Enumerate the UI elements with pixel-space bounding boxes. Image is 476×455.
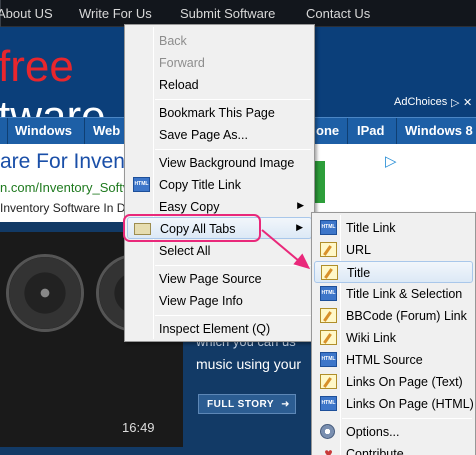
note-icon <box>320 330 337 345</box>
submenu-item-links-html[interactable]: HTML Links On Page (HTML) <box>314 393 474 415</box>
menu-item-label: Bookmark This Page <box>159 106 275 120</box>
nav-link-submit[interactable]: Submit Software <box>180 6 275 21</box>
arrow-right-icon: ➜ <box>281 399 291 410</box>
category-divider <box>7 118 8 145</box>
menu-separator <box>155 149 311 150</box>
category-ipad[interactable]: IPad <box>357 123 384 138</box>
submenu-item-links-text[interactable]: Links On Page (Text) <box>314 371 473 393</box>
submenu-item-label: Title Link & Selection <box>346 287 463 301</box>
menu-item-label: Copy Title Link <box>159 178 241 192</box>
menu-item-forward[interactable]: Forward <box>127 52 312 74</box>
submenu-item-title-link-selection[interactable]: HTML Title Link & Selection <box>314 283 473 305</box>
menu-item-select-all[interactable]: Select All <box>127 240 312 262</box>
menu-separator <box>155 99 311 100</box>
site-logo-free[interactable]: free <box>0 45 74 89</box>
submenu-item-url[interactable]: URL <box>314 239 473 261</box>
category-divider <box>396 118 397 145</box>
note-icon <box>320 308 337 323</box>
menu-item-label: Reload <box>159 78 199 92</box>
top-navigation: About US Write For Us Submit Software Co… <box>0 0 476 81</box>
note-icon <box>320 374 337 389</box>
menu-item-label: Easy Copy <box>159 200 220 214</box>
menu-item-view-source[interactable]: View Page Source <box>127 268 312 290</box>
menu-separator <box>155 315 311 316</box>
submenu-item-options[interactable]: Options... <box>314 421 473 443</box>
html-icon: HTML <box>133 177 150 192</box>
menu-item-label: View Page Source <box>159 272 262 286</box>
html-icon: HTML <box>320 396 337 411</box>
submenu-item-label: Links On Page (Text) <box>346 375 463 389</box>
menu-item-save-page[interactable]: Save Page As... <box>127 124 312 146</box>
submenu-item-label: Wiki Link <box>346 331 397 345</box>
menu-item-label: Inspect Element (Q) <box>159 322 271 336</box>
submenu-item-wiki-link[interactable]: Wiki Link <box>314 327 473 349</box>
annotation-highlight-box <box>123 214 261 242</box>
html-icon: HTML <box>320 286 337 301</box>
menu-item-inspect-element[interactable]: Inspect Element (Q) <box>127 318 312 340</box>
menu-item-view-page-info[interactable]: View Page Info <box>127 290 312 312</box>
menu-item-reload[interactable]: Reload <box>127 74 312 96</box>
copy-all-tabs-submenu: HTML Title Link URL Title HTML Title Lin… <box>311 212 476 455</box>
ad-arrow-icon[interactable]: ▷ <box>385 152 397 170</box>
submenu-item-contribute[interactable]: ♥ Contribute <box>314 443 473 455</box>
menu-item-label: View Page Info <box>159 294 243 308</box>
submenu-item-label: URL <box>346 243 372 257</box>
full-story-label: FULL STORY <box>207 399 274 410</box>
ad-description: Inventory Software In Del <box>0 201 135 215</box>
heart-icon: ♥ <box>324 445 333 455</box>
menu-item-view-bg-image[interactable]: View Background Image <box>127 152 312 174</box>
category-web[interactable]: Web <box>93 123 120 138</box>
menu-item-label: Save Page As... <box>159 128 248 142</box>
submenu-item-bbcode-link[interactable]: BBCode (Forum) Link <box>314 305 473 327</box>
submenu-item-label: BBCode (Forum) Link <box>346 309 467 323</box>
turntable-left-icon <box>6 254 84 332</box>
submenu-item-label: HTML Source <box>346 353 423 367</box>
category-divider <box>347 118 348 145</box>
category-phone[interactable]: one <box>316 123 339 138</box>
note-icon <box>320 242 337 257</box>
html-icon: HTML <box>320 220 337 235</box>
adchoices-icon[interactable]: ▷ <box>451 96 461 109</box>
full-story-button[interactable]: FULL STORY ➜ <box>198 394 296 414</box>
menu-item-label: Select All <box>159 244 211 258</box>
submenu-item-label: Links On Page (HTML) <box>346 397 474 411</box>
submenu-item-label: Title Link <box>346 221 396 235</box>
adchoices-label[interactable]: AdChoices <box>394 96 447 108</box>
gear-icon <box>320 424 335 439</box>
submenu-item-title-link[interactable]: HTML Title Link <box>314 217 473 239</box>
submenu-item-label: Options... <box>346 425 400 439</box>
category-windows[interactable]: Windows <box>15 123 72 138</box>
ad-close-icon[interactable]: ✕ <box>463 96 473 109</box>
menu-item-label: View Background Image <box>159 156 295 170</box>
menu-item-copy-title-link[interactable]: HTML Copy Title Link <box>127 174 312 196</box>
menu-separator <box>155 265 311 266</box>
phone-clock: 16:49 <box>122 420 155 435</box>
ad-url[interactable]: n.com/Inventory_Softv <box>0 180 129 195</box>
featured-excerpt-line2: music using your <box>196 356 302 372</box>
context-menu: Back Forward Reload Bookmark This Page S… <box>124 24 315 342</box>
submenu-arrow-icon: ▶ <box>296 222 303 232</box>
note-icon <box>321 265 338 280</box>
submenu-item-title[interactable]: Title <box>314 261 473 283</box>
category-windows8[interactable]: Windows 8 <box>405 123 473 138</box>
submenu-item-label: Contribute <box>346 447 404 455</box>
submenu-item-label: Title <box>347 266 371 280</box>
menu-item-label: Forward <box>159 56 205 70</box>
menu-separator <box>342 418 472 419</box>
nav-link-write[interactable]: Write For Us <box>79 6 152 21</box>
html-icon: HTML <box>320 352 337 367</box>
nav-link-about[interactable]: About US <box>0 6 53 21</box>
menu-item-label: Back <box>159 34 187 48</box>
submenu-item-html-source[interactable]: HTML HTML Source <box>314 349 473 371</box>
menu-item-back[interactable]: Back <box>127 30 312 52</box>
ad-title[interactable]: are For Invent <box>0 150 131 174</box>
nav-link-contact[interactable]: Contact Us <box>306 6 370 21</box>
menu-item-bookmark[interactable]: Bookmark This Page <box>127 102 312 124</box>
category-divider <box>84 118 85 145</box>
submenu-arrow-icon: ▶ <box>297 200 304 210</box>
